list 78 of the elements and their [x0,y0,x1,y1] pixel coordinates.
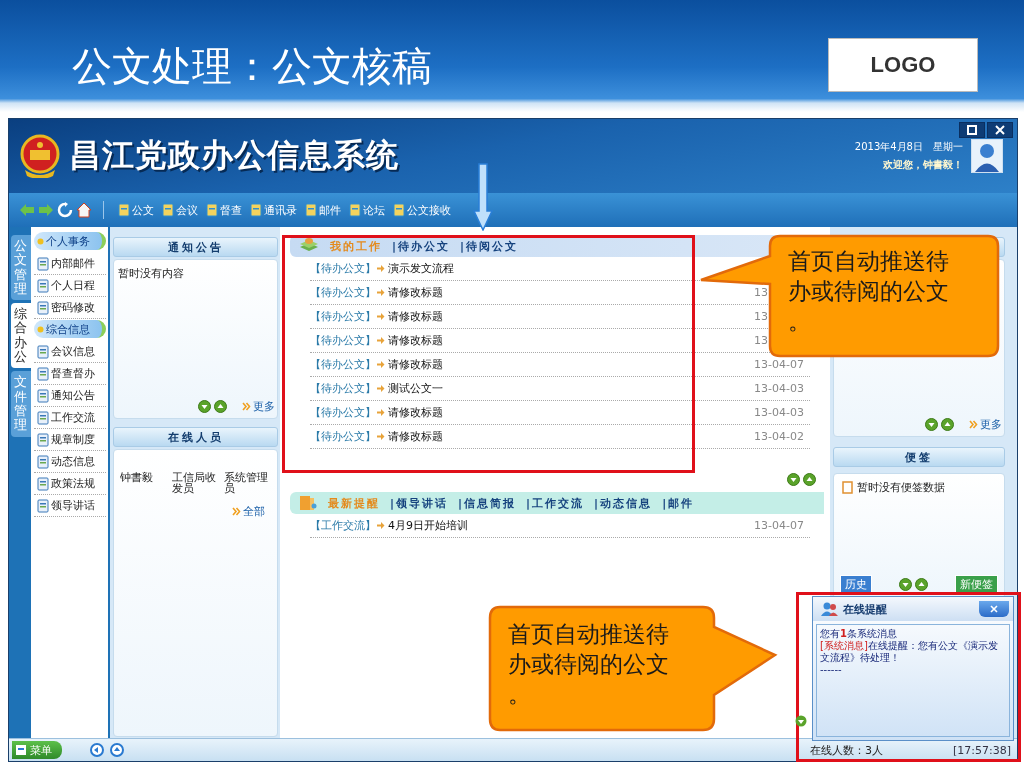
section-tab[interactable]: |工作交流 [526,495,585,511]
document-title[interactable]: 请修改标题 [388,285,443,300]
divider-text: ------ [820,664,843,676]
date-text: 2013年4月8日 星期一 [854,140,963,154]
slide-title: 公文处理：公文核稿 [72,42,432,91]
vertical-tab[interactable]: 综合办公 [11,303,31,369]
menu-item[interactable]: 工作交流 [34,407,106,429]
document-title[interactable]: 请修改标题 [388,405,443,420]
welcome-text: 欢迎您，钟書毅！ [883,158,963,172]
message-text: [系统消息]在线提醒：您有公文《演示发文流程》待处理！ [820,640,999,664]
date-text: 13 [754,310,768,323]
callout-text: 首页自动推送待办或待阅的公文。 [508,620,670,709]
user-name: 钟書毅 [120,472,154,486]
menu-item[interactable]: 会议信息 [34,341,106,363]
app-title: 昌江党政办公信息系统 [69,135,399,176]
panel-header: 在线人员 [113,427,278,447]
menu-item[interactable]: 动态信息 [34,451,106,473]
category-tag[interactable]: 【待办公文】 [310,333,376,348]
document-title[interactable]: 请修改标题 [388,309,443,324]
logo: LOGO [828,38,978,92]
message-summary: 您有1条系统消息 [820,628,898,640]
date-text: 13-04-07 [754,358,804,371]
section-tab[interactable]: |动态信息 [594,495,653,511]
menu-item[interactable]: 内部邮件 [34,253,106,275]
date-text: 13-04-03 [754,406,804,419]
toolbar-button[interactable]: 会议 [159,202,200,218]
category-tag[interactable]: 【待办公文】 [310,285,376,300]
section-tab[interactable]: |领导讲话 [390,495,449,511]
section-tab[interactable]: |待办公文 [392,238,451,254]
menu-item[interactable]: 个人日程 [34,275,106,297]
date-text: 13-04-03 [754,382,804,395]
menu-item[interactable]: 密码修改 [34,297,106,319]
menu-group-header[interactable]: 个人事务 [34,232,106,250]
toolbar-button[interactable]: 督查 [203,202,244,218]
more-link[interactable]: 更多 [969,417,1002,432]
menu-item[interactable]: 通知公告 [34,385,106,407]
panel-header: 通知公告 [113,237,278,257]
category-tag[interactable]: 【工作交流】 [310,518,376,533]
toolbar-button[interactable]: 论坛 [346,202,387,218]
online-count: 在线人数：3人 [810,742,883,758]
section-tab[interactable]: |信息简报 [458,495,517,511]
category-tag[interactable]: 【待办公文】 [310,405,376,420]
document-title[interactable]: 请修改标题 [388,357,443,372]
clock-text: [17:57:38] [953,743,1011,757]
document-title[interactable]: 请修改标题 [388,333,443,348]
toolbar-button[interactable]: 公文 [115,202,156,218]
category-tag[interactable]: 【待办公文】 [310,309,376,324]
user-name: 系统管理员 [224,472,268,494]
document-title[interactable]: 演示发文流程 [388,261,454,276]
empty-notes-text: 暂时没有便签数据 [857,480,945,495]
menu-item[interactable]: 规章制度 [34,429,106,451]
user-name: 工信局收发员 [172,472,216,494]
section-tab[interactable]: |待阅公文 [460,238,519,254]
document-title[interactable]: 请修改标题 [388,429,443,444]
panel-header: 便签 [833,447,1005,467]
category-tag[interactable]: 【待办公文】 [310,429,376,444]
date-text: 13 [754,286,768,299]
category-tag[interactable]: 【待办公文】 [310,261,376,276]
menu-item[interactable]: 政策法规 [34,473,106,495]
date-text: 13-04-07 [754,519,804,532]
popup-title: 在线提醒 [843,601,887,617]
menu-group-header[interactable]: 综合信息 [34,320,106,338]
date-text: 13 [754,334,768,347]
toolbar-button[interactable]: 通讯录 [247,202,299,218]
document-title[interactable]: 测试公文一 [388,381,443,396]
category-tag[interactable]: 【待办公文】 [310,357,376,372]
toolbar-button[interactable]: 邮件 [302,202,343,218]
menu-item[interactable]: 领导讲话 [34,495,106,517]
notice-text: 暂时没有内容 [117,266,185,282]
toolbar-button[interactable]: 公文接收 [390,202,453,218]
date-text: 13-04-02 [754,430,804,443]
section-tab[interactable]: |邮件 [662,495,695,511]
category-tag[interactable]: 【待办公文】 [310,381,376,396]
all-link[interactable]: 全部 [232,504,265,519]
menu-item[interactable]: 督查督办 [34,363,106,385]
more-link[interactable]: 更多 [242,399,275,414]
document-title[interactable]: 4月9日开始培训 [388,518,468,533]
callout-text: 首页自动推送待办或待阅的公文。 [788,247,950,336]
